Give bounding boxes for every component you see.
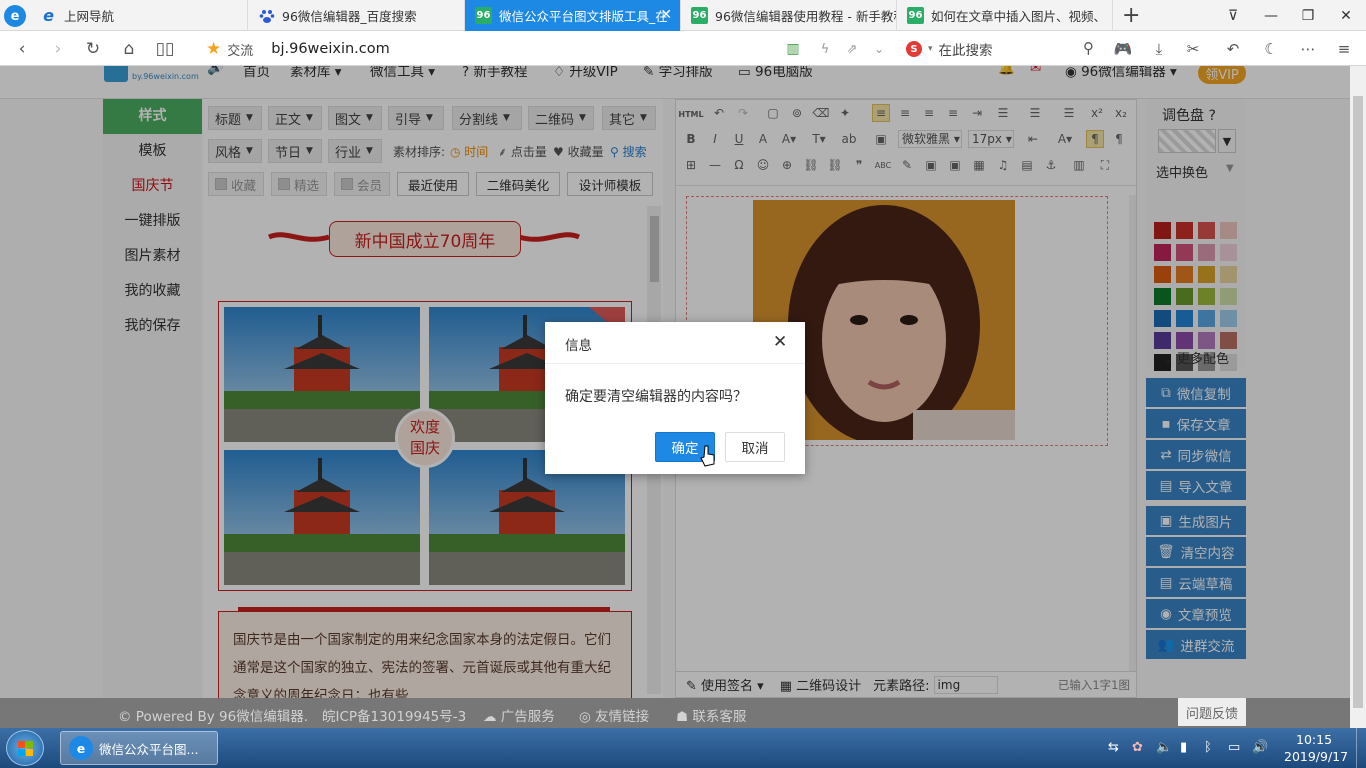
scrollbar-thumb[interactable] [1353, 96, 1363, 708]
menu-icon[interactable]: ≡ [1333, 37, 1355, 61]
footer-link-contact[interactable]: ☗ 联系客服 [676, 705, 746, 725]
tab-baidu[interactable]: 96微信编辑器_百度搜索 [248, 0, 465, 31]
tab-label: 如何在文章中插入图片、视频、 [931, 9, 1107, 24]
tab-nav[interactable]: e 上网导航 [30, 0, 248, 31]
footer-link-ads[interactable]: ☁ 广告服务 [483, 705, 555, 725]
show-desktop-button[interactable] [1356, 728, 1366, 768]
search-box[interactable]: S ▾ 在此搜索 ⚲ [906, 37, 1096, 61]
96-logo-icon: 96 [475, 7, 492, 24]
speaker-icon[interactable]: 🔊 [1252, 740, 1268, 755]
tab-label: 上网导航 [64, 9, 115, 24]
tab-insert-media[interactable]: 96 如何在文章中插入图片、视频、 [897, 0, 1113, 31]
browser-tab-bar: e e 上网导航 96微信编辑器_百度搜索 96 微信公众平台图文排版工具_在 … [0, 0, 1366, 31]
bluetooth-icon[interactable]: ᛒ [1204, 740, 1212, 755]
search-icon[interactable]: ⚲ [1083, 39, 1094, 57]
more-icon[interactable]: ⋯ [1296, 37, 1320, 61]
minimize-button[interactable]: — [1253, 0, 1289, 31]
chevron-down-icon[interactable]: ⌄ [870, 37, 888, 61]
browser-nav-bar: ‹ › ↻ ⌂ ▯▯ ★ 交流 bj.96weixin.com ▥ ϟ ⇗ ⌄ … [0, 31, 1366, 66]
book-icon[interactable]: ▥ [784, 37, 802, 61]
tray-security-icon[interactable]: ✿ [1132, 740, 1143, 755]
refresh-icon[interactable]: ↻ [82, 37, 104, 61]
dialog-header: 信息 ✕ [545, 322, 805, 364]
new-tab-button[interactable]: + [1122, 3, 1140, 28]
hand-cursor-icon [700, 445, 715, 467]
forward-icon[interactable]: › [48, 37, 68, 61]
windows-taskbar: e 微信公众平台图... ⇆ ✿ 🔈 ▮ ᛒ ▭ 🔊 10:15 2019/9/… [0, 728, 1366, 768]
night-mode-icon[interactable]: ☾ [1260, 37, 1282, 61]
page-scrollbar[interactable] [1350, 66, 1366, 728]
home-icon[interactable]: ⌂ [118, 37, 140, 61]
favorites-bar-icon[interactable]: ⊽ [1215, 0, 1251, 31]
baidu-paw-icon [258, 7, 275, 24]
windows-logo-icon [18, 741, 33, 756]
cancel-button[interactable]: 取消 [725, 432, 785, 462]
back-icon[interactable]: ‹ [12, 37, 32, 61]
tab-tutorial[interactable]: 96 96微信编辑器使用教程 - 新手教程 [681, 0, 897, 31]
icp-number[interactable]: 皖ICP备13019945号-3 [322, 705, 466, 725]
browser-logo-icon[interactable]: e [4, 5, 26, 27]
taskbar-browser-window[interactable]: e 微信公众平台图... [60, 731, 218, 765]
reader-icon[interactable]: ▯▯ [154, 37, 176, 61]
scissors-icon[interactable]: ✂ [1180, 37, 1206, 61]
download-icon[interactable]: ⤓ [1148, 37, 1170, 61]
tab-editor-active[interactable]: 96 微信公众平台图文排版工具_在 ✕ [465, 0, 681, 31]
clock-time[interactable]: 10:15 [1296, 732, 1332, 747]
gamepad-icon[interactable]: 🎮 [1112, 37, 1134, 61]
dialog-title: 信息 [565, 338, 592, 354]
feedback-button[interactable]: 问题反馈 [1178, 698, 1246, 726]
confirm-dialog: 信息 ✕ 确定要清空编辑器的内容吗？ 确定 取消 [545, 322, 805, 474]
site-footer: © Powered By 96微信编辑器. 皖ICP备13019945号-3 ☁… [0, 698, 1366, 728]
flash-icon[interactable]: ϟ [816, 37, 834, 61]
sogou-icon: S [906, 41, 922, 57]
favorite-label: 交流 [227, 43, 254, 59]
powered-by: © Powered By 96微信编辑器. [118, 709, 308, 725]
undo-icon[interactable]: ↶ [1220, 37, 1246, 61]
tab-label: 96微信编辑器_百度搜索 [282, 9, 417, 24]
start-button[interactable] [6, 730, 44, 766]
96-logo-icon: 96 [907, 7, 924, 24]
close-window-button[interactable]: ✕ [1328, 0, 1364, 31]
tab-label: 微信公众平台图文排版工具_在 [499, 9, 668, 24]
maximize-button[interactable]: ❐ [1290, 0, 1326, 31]
tab-label: 96微信编辑器使用教程 - 新手教程 [715, 9, 897, 24]
browser-logo-icon: e [69, 736, 93, 760]
close-tab-icon[interactable]: ✕ [660, 7, 672, 23]
close-icon[interactable]: ✕ [773, 332, 787, 352]
search-input[interactable]: 在此搜索 [939, 39, 993, 59]
network-icon[interactable]: ▭ [1228, 740, 1240, 755]
tray-device-icon[interactable]: ▮ [1180, 740, 1187, 755]
volume-icon[interactable]: 🔈 [1156, 740, 1172, 755]
share-icon[interactable]: ⇗ [843, 37, 861, 61]
footer-link-friends[interactable]: ◎ 友情链接 [579, 705, 649, 725]
tray-app-icon[interactable]: ⇆ [1108, 740, 1119, 755]
96-logo-icon: 96 [691, 7, 708, 24]
dialog-message: 确定要清空编辑器的内容吗？ [565, 389, 747, 405]
url-text[interactable]: bj.96weixin.com [271, 41, 389, 57]
caret-icon: ▾ [928, 44, 933, 54]
ie-icon: e [43, 6, 54, 25]
clock-date[interactable]: 2019/9/17 [1284, 749, 1348, 764]
star-icon[interactable]: ★ [206, 39, 221, 59]
